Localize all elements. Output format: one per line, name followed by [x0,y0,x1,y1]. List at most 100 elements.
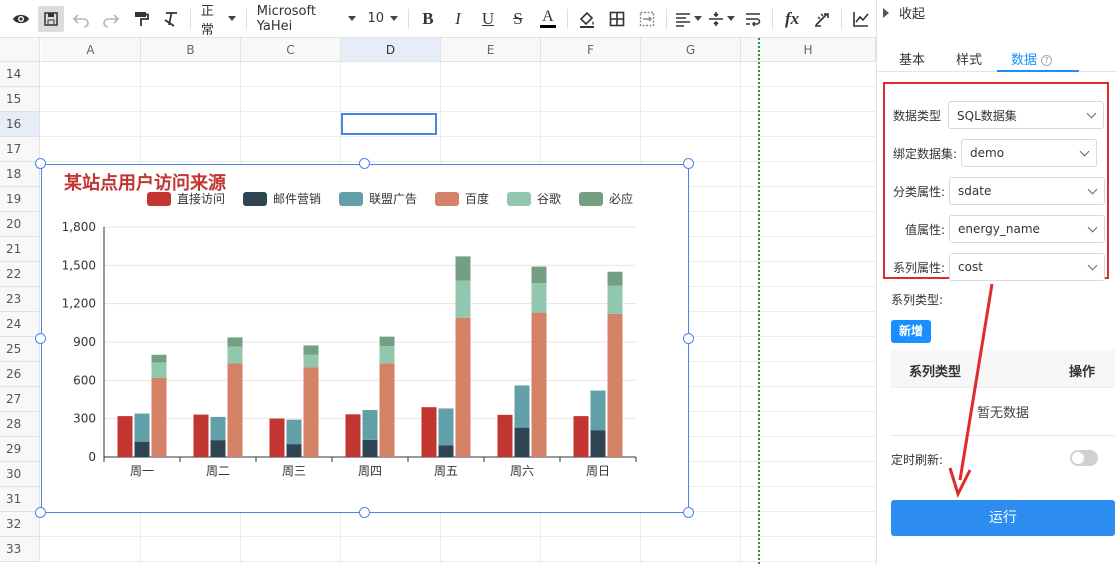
format-painter-icon[interactable] [128,6,154,32]
resize-handle[interactable] [35,507,46,518]
row-header-24[interactable]: 24 [0,312,40,337]
column-header-g[interactable]: G [641,38,741,62]
help-icon[interactable]: ? [1041,55,1053,66]
category-select[interactable]: sdate [949,177,1106,205]
field-series: 系列属性: cost [893,253,1106,281]
resize-handle[interactable] [35,158,46,169]
row-header-28[interactable]: 28 [0,412,40,437]
chart-container[interactable]: 0 300 600 900 1,200 1,500 1,800 直接访问 邮件营销 联盟广告 百度谷… [35,158,694,518]
column-header-h[interactable]: H [741,38,876,62]
row-header-26[interactable]: 26 [0,362,40,387]
resize-handle[interactable] [683,158,694,169]
auto-refresh-toggle[interactable] [1070,450,1098,466]
column-header-f[interactable]: F [541,38,641,62]
row-header-18[interactable]: 18 [0,162,40,187]
row-header-14[interactable]: 14 [0,62,40,87]
bar [514,385,530,428]
grid-corner[interactable] [0,38,40,62]
row-header-25[interactable]: 25 [0,337,40,362]
legend-swatch [243,192,267,206]
save-icon[interactable] [38,5,64,32]
border-icon[interactable] [604,6,630,32]
font-select[interactable]: Microsoft YaHei [251,4,362,34]
row-header-17[interactable]: 17 [0,137,40,162]
column-header-b[interactable]: B [141,38,241,62]
column-header-e[interactable]: E [441,38,541,62]
row-header-21[interactable]: 21 [0,237,40,262]
chevron-down-icon [1087,260,1098,270]
row-header-22[interactable]: 22 [0,262,40,287]
bar [362,409,378,440]
function-button[interactable]: fx [779,6,805,32]
bar [607,271,623,286]
row-header-31[interactable]: 31 [0,487,40,512]
column-header-d[interactable]: D [341,38,441,62]
vertical-align-icon[interactable] [706,6,736,32]
bar [607,285,623,314]
bar [421,407,437,457]
bar [590,430,606,457]
formula-edit-icon[interactable] [809,6,835,32]
font-size-select[interactable]: 10 [362,6,405,32]
bar [227,363,243,457]
tab-active-indicator [997,70,1079,72]
tab-data[interactable]: 数据? [1011,49,1053,68]
strikethrough-button[interactable]: S [505,6,531,32]
resize-handle[interactable] [683,507,694,518]
resize-handle[interactable] [359,158,370,169]
dataset-select[interactable]: demo [961,139,1098,167]
add-series-button[interactable]: 新增 [891,320,931,343]
redo-icon[interactable] [98,6,124,32]
chart-icon[interactable] [848,6,874,32]
run-button[interactable]: 运行 [891,500,1115,536]
bar [134,413,150,442]
tab-style[interactable]: 样式 [956,49,982,68]
fill-color-icon[interactable] [574,6,600,32]
column-actions: 操作 [1069,365,1096,380]
merge-cells-icon[interactable] [634,6,660,32]
row-header-32[interactable]: 32 [0,512,40,537]
resize-handle[interactable] [359,507,370,518]
data-type-select[interactable]: SQL数据集 [948,101,1105,129]
italic-button[interactable]: I [445,6,471,32]
series-select[interactable]: cost [949,253,1106,281]
row-header-33[interactable]: 33 [0,537,40,562]
bar [379,346,395,364]
clear-format-icon[interactable] [158,6,184,32]
value-select[interactable]: energy_name [949,215,1106,243]
bar [134,441,150,457]
x-tick-label: 周五 [434,464,458,478]
row-header-27[interactable]: 27 [0,387,40,412]
style-select[interactable]: 正常 [195,4,242,38]
collapse-toggle[interactable]: 收起 [883,3,925,22]
font-color-button[interactable]: A [535,6,561,32]
row-header-16[interactable]: 16 [0,112,40,137]
column-header-c[interactable]: C [241,38,341,62]
row-header-23[interactable]: 23 [0,287,40,312]
spreadsheet-grid[interactable]: A B C D E F G H 14 15 16 17 18 19 20 21 22 23 24 25 26 27 28 29… [0,38,876,564]
y-tick-label: 900 [73,335,96,349]
align-icon[interactable] [673,6,703,32]
resize-handle[interactable] [683,332,694,344]
legend-label: 百度 [465,191,489,206]
bar [303,354,319,368]
bold-button[interactable]: B [415,6,441,32]
undo-icon[interactable] [68,6,94,32]
eye-icon[interactable] [8,6,34,32]
row-header-15[interactable]: 15 [0,87,40,112]
bar [117,416,133,457]
wrap-text-icon[interactable] [740,6,766,32]
panel-tabs: 基本 样式 数据? [877,46,1117,72]
selected-cell[interactable] [341,113,437,135]
resize-handle[interactable] [35,332,46,344]
y-tick-label: 300 [73,412,96,426]
column-header-a[interactable]: A [41,38,141,62]
series-table: 系列类型 操作 暂无数据 [891,350,1115,436]
tab-basic[interactable]: 基本 [899,49,925,68]
underline-button[interactable]: U [475,6,501,32]
row-header-29[interactable]: 29 [0,437,40,462]
x-tick-label: 周六 [510,464,534,478]
row-header-30[interactable]: 30 [0,462,40,487]
row-header-19[interactable]: 19 [0,187,40,212]
row-header-20[interactable]: 20 [0,212,40,237]
